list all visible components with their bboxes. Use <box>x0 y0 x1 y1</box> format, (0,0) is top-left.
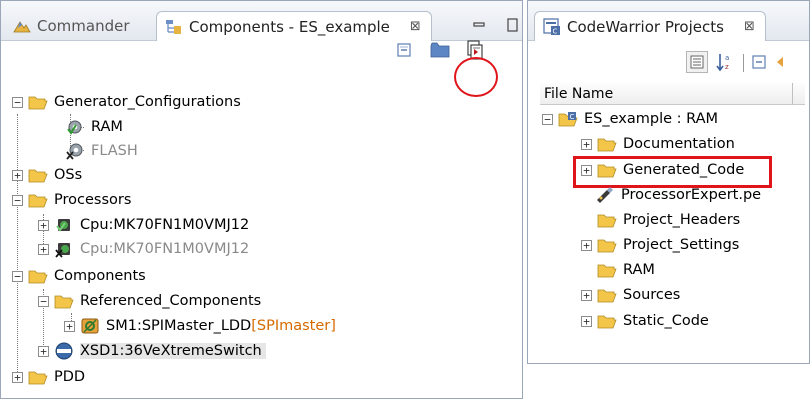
tab-components-label: Components - ES_example <box>189 17 390 36</box>
collapse-toggle[interactable]: − <box>12 270 23 282</box>
column-separator[interactable] <box>792 83 793 105</box>
cpu-check-icon <box>56 219 70 232</box>
tab-codewarrior-projects-label: CodeWarrior Projects <box>567 17 724 36</box>
close-tab-icon[interactable]: ⊠ <box>410 19 421 34</box>
folder-icon <box>597 289 617 302</box>
minimize-view-button[interactable] <box>471 17 487 33</box>
svg-text:C: C <box>553 27 558 35</box>
filter-icon <box>690 55 704 69</box>
folder-icon <box>597 239 617 252</box>
component-icon <box>81 318 99 334</box>
components-tab-icon <box>166 19 181 34</box>
tree-item-cpu-active[interactable]: + Cpu:MK70FN1M0VMJ12 <box>38 213 249 237</box>
filter-button[interactable] <box>686 51 708 73</box>
tree-item-static-code[interactable]: + Static_Code <box>581 309 709 333</box>
close-tab-icon[interactable]: ⊠ <box>744 19 755 34</box>
sort-button[interactable]: a z <box>714 51 736 73</box>
expand-toggle[interactable]: + <box>581 315 592 327</box>
tab-components[interactable]: Components - ES_example ⊠ <box>156 11 432 41</box>
folder-icon <box>28 270 48 283</box>
folder-icon <box>28 194 48 207</box>
project-icon: C <box>558 111 578 126</box>
components-view: Commander Components - ES_example ⊠ − Ge… <box>0 0 523 399</box>
generate-code-highlight <box>454 57 498 97</box>
user-component-icon <box>55 342 73 360</box>
tree-item-es-example[interactable]: − C ES_example : RAM <box>542 107 718 131</box>
collapse-toggle[interactable]: − <box>38 295 49 307</box>
link-with-editor-button[interactable] <box>774 53 792 71</box>
expand-toggle[interactable]: + <box>38 243 49 255</box>
folder-icon <box>597 315 617 328</box>
tree-item-sources[interactable]: + Sources <box>581 283 680 307</box>
svg-text:z: z <box>725 63 729 71</box>
link-icon <box>777 57 783 67</box>
tree-item-processorexpert-pe[interactable]: ProcessorExpert.pe <box>595 183 761 207</box>
folder-icon <box>28 169 48 182</box>
expand-toggle[interactable]: + <box>38 219 49 231</box>
tree-item-ram-config[interactable]: RAM <box>65 115 123 139</box>
expand-toggle[interactable]: + <box>581 289 592 301</box>
tree-item-generator-configurations[interactable]: − Generator_Configurations <box>12 90 241 114</box>
components-view-tabbar: Commander Components - ES_example ⊠ <box>1 1 522 41</box>
tree-item-project-settings[interactable]: + Project_Settings <box>581 233 739 257</box>
tab-codewarrior-projects[interactable]: C CodeWarrior Projects ⊠ <box>534 11 766 41</box>
svg-text:C: C <box>570 113 575 121</box>
expand-toggle[interactable]: + <box>12 169 23 181</box>
tree-item-oss[interactable]: + OSs <box>12 163 82 187</box>
components-view-toolbar <box>1 40 522 97</box>
tree-item-components[interactable]: − Components <box>12 264 146 288</box>
folder-icon <box>28 371 48 384</box>
tree-item-processors[interactable]: − Processors <box>12 188 131 212</box>
folder-icon <box>28 96 48 109</box>
pe-file-icon <box>597 187 613 203</box>
gear-check-icon <box>67 120 82 135</box>
expand-toggle[interactable]: + <box>64 320 75 332</box>
minimize-icon <box>473 22 485 27</box>
toolbar-separator <box>743 54 744 72</box>
tree-item-flash-config[interactable]: FLASH <box>65 139 138 163</box>
tab-commander[interactable]: Commander <box>13 13 130 39</box>
tree-item-spimaster[interactable]: + SM1:SPIMaster_LDD [SPImaster] <box>64 314 336 338</box>
collapse-all-button[interactable] <box>750 53 768 71</box>
commander-icon <box>13 21 31 33</box>
tree-item-cpu-inactive[interactable]: + Cpu:MK70FN1M0VMJ12 <box>38 237 249 261</box>
collapse-toggle[interactable]: − <box>12 96 23 108</box>
maximize-icon <box>507 18 518 32</box>
tree-item-referenced-components[interactable]: − Referenced_Components <box>38 289 261 313</box>
expand-toggle[interactable]: + <box>581 138 592 150</box>
svg-text:a: a <box>725 54 729 62</box>
collapse-all-button[interactable] <box>395 41 413 59</box>
tree-item-documentation[interactable]: + Documentation <box>581 132 735 156</box>
collapse-all-icon <box>752 55 766 69</box>
codewarrior-projects-icon: C <box>543 17 560 35</box>
folder-icon <box>597 264 617 277</box>
column-header-label: File Name <box>544 85 614 102</box>
tree-item-ram-folder[interactable]: RAM <box>597 258 655 282</box>
tree-item-project-headers[interactable]: Project_Headers <box>597 208 740 232</box>
folder-icon <box>597 214 617 227</box>
tab-commander-label: Commander <box>37 17 130 35</box>
open-folder-button[interactable] <box>429 41 451 59</box>
expand-toggle[interactable]: + <box>581 239 592 251</box>
maximize-view-button[interactable] <box>505 17 519 33</box>
gear-x-icon <box>66 143 83 160</box>
cpu-x-icon <box>55 243 70 258</box>
sort-az-icon: a z <box>716 54 729 72</box>
codewarrior-projects-view: C CodeWarrior Projects ⊠ a z File Name −… <box>527 0 810 364</box>
folder-icon <box>54 295 74 308</box>
tree-item-pdd[interactable]: + PDD <box>12 365 85 389</box>
tree-item-xtreme-switch[interactable]: + XSD1:36VeXtremeSwitch <box>38 339 266 363</box>
component-type-suffix: [SPImaster] <box>251 318 336 334</box>
collapse-all-icon <box>397 43 411 57</box>
expand-toggle[interactable]: + <box>38 345 49 357</box>
expand-toggle[interactable]: + <box>12 371 23 383</box>
folder-icon <box>597 138 617 151</box>
projects-view-tabbar: C CodeWarrior Projects ⊠ <box>528 1 809 41</box>
tree-connector <box>17 114 18 382</box>
projects-view-toolbar: a z <box>528 41 809 89</box>
collapse-toggle[interactable]: − <box>12 194 23 206</box>
folder-toolbar-icon <box>430 42 450 58</box>
file-name-column-header[interactable]: File Name <box>540 83 805 105</box>
collapse-toggle[interactable]: − <box>542 113 553 125</box>
